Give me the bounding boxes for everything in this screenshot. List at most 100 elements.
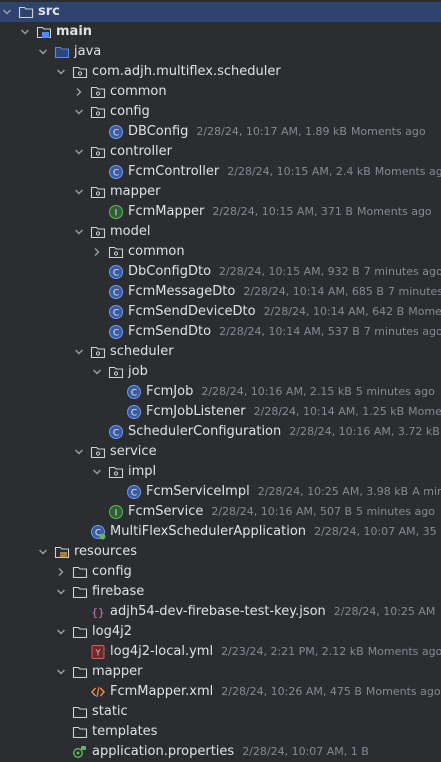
svg-text:I: I [115, 508, 118, 518]
chevron-down-icon[interactable] [72, 442, 86, 462]
tree-item-name: config [110, 104, 150, 119]
chevron-right-icon[interactable] [54, 562, 68, 582]
chevron-down-icon[interactable] [72, 182, 86, 202]
class-icon: C [126, 404, 142, 420]
tree-item[interactable]: C FcmMessageDto 2/28/24, 10:14 AM, 685 B7 … [0, 282, 441, 302]
svg-text:Y: Y [94, 649, 101, 659]
vcs-status: Moments ago [408, 305, 441, 318]
tree-item-name: FcmController [128, 164, 220, 179]
tree-item-name: MultiFlexSchedulerApplication [110, 524, 307, 539]
tree-item[interactable]: Ylog4j2-local.yml 2/23/24, 2:21 PM, 2.12 … [0, 642, 441, 662]
tree-item[interactable]: C MultiFlexSchedulerApplication 2/28/24, 1… [0, 522, 441, 542]
file-meta: 2/28/24, 10:25 AM [333, 605, 436, 618]
tree-item[interactable]: static [0, 702, 441, 722]
tree-item[interactable]: C FcmJob 2/28/24, 10:16 AM, 2.15 kB 5 minut… [0, 382, 441, 402]
package-icon [108, 244, 124, 260]
svg-text:C: C [113, 428, 119, 438]
tree-item[interactable]: common [0, 242, 441, 262]
source-root-folder-icon [36, 24, 52, 40]
vcs-status: Moments ago [350, 125, 426, 138]
package-icon [90, 84, 106, 100]
class-icon: C [108, 304, 124, 320]
tree-item-name: mapper [92, 664, 143, 679]
yaml-icon: Y [90, 644, 106, 660]
tree-item[interactable]: controller [0, 142, 441, 162]
tree-item-name: controller [110, 144, 173, 159]
tree-item[interactable]: job [0, 362, 441, 382]
chevron-down-icon[interactable] [90, 362, 104, 382]
tree-item-label: FcmMapper.xml 2/28/24, 10:26 AM, 475 B Mom… [110, 682, 441, 702]
tree-item[interactable]: C FcmController 2/28/24, 10:15 AM, 2.4 kB M… [0, 162, 441, 182]
tree-item[interactable]: C FcmServiceImpl 2/28/24, 10:25 AM, 3.98 k… [0, 482, 441, 502]
chevron-down-icon[interactable] [54, 62, 68, 82]
tree-item[interactable]: templates [0, 722, 441, 742]
file-meta: 2/28/24, 10:16 AM, 3.72 kB [289, 425, 440, 438]
chevron-down-icon[interactable] [54, 582, 68, 602]
tree-item[interactable]: FcmMapper.xml 2/28/24, 10:26 AM, 475 B Mom… [0, 682, 441, 702]
tree-item-label: templates [92, 722, 157, 742]
folder-icon [18, 4, 34, 20]
tree-item[interactable]: C DbConfigDto 2/28/24, 10:15 AM, 932 B7 mi… [0, 262, 441, 282]
tree-item-label: java [74, 42, 101, 62]
file-meta: 2/28/24, 10:07 AM, 35 [314, 525, 437, 538]
chevron-down-icon[interactable] [54, 662, 68, 682]
svg-text:C: C [131, 488, 137, 498]
chevron-down-icon[interactable] [72, 102, 86, 122]
tree-item[interactable]: impl [0, 462, 441, 482]
tree-item-label: service [110, 442, 157, 462]
tree-item[interactable]: log4j2 [0, 622, 441, 642]
chevron-down-icon[interactable] [90, 462, 104, 482]
chevron-down-icon[interactable] [36, 542, 50, 562]
tree-item[interactable]: mapper [0, 182, 441, 202]
chevron-right-icon[interactable] [90, 242, 104, 262]
tree-item[interactable]: C FcmSendDto 2/28/24, 10:14 AM, 537 B7 min… [0, 322, 441, 342]
tree-item[interactable]: C FcmSendDeviceDto 2/28/24, 10:14 AM, 642 … [0, 302, 441, 322]
tree-item-label: mapper [110, 182, 160, 202]
tree-item-name: FcmSendDto [128, 324, 212, 339]
tree-item-label: FcmSendDto 2/28/24, 10:14 AM, 537 B7 minu… [128, 322, 441, 342]
tree-item-label: mapper [92, 662, 142, 682]
file-meta: 2/28/24, 10:25 AM, 3.98 kB [257, 485, 409, 498]
file-meta: 2/28/24, 10:16 AM, 2.15 kB [201, 385, 352, 398]
chevron-down-icon[interactable] [18, 22, 32, 42]
tree-item-label: job [128, 362, 148, 382]
tree-item[interactable]: mapper [0, 662, 441, 682]
tree-item[interactable]: scheduler [0, 342, 441, 362]
tree-item-name: src [38, 4, 60, 19]
chevron-down-icon[interactable] [36, 42, 50, 62]
tree-item[interactable]: application.properties 2/28/24, 10:07 AM,… [0, 742, 441, 762]
chevron-down-icon[interactable] [72, 142, 86, 162]
tree-item[interactable]: model [0, 222, 441, 242]
folder-icon [72, 664, 88, 680]
tree-item[interactable]: service [0, 442, 441, 462]
tree-item-label: log4j2-local.yml 2/23/24, 2:21 PM, 2.12 k… [110, 642, 441, 662]
tree-item[interactable]: firebase [0, 582, 441, 602]
tree-item-name: service [110, 444, 157, 459]
tree-item[interactable]: C DBConfig 2/28/24, 10:17 AM, 1.89 kB Momen… [0, 122, 441, 142]
tree-item[interactable]: com.adjh.multiflex.scheduler [0, 62, 441, 82]
tree-item[interactable]: C FcmJobListener 2/28/24, 10:14 AM, 1.25 k… [0, 402, 441, 422]
tree-item-label: impl [128, 462, 156, 482]
tree-item[interactable]: {} adjh54-dev-firebase-test-key.json 2/28/… [0, 602, 441, 622]
tree-item[interactable]: src [0, 2, 441, 22]
chevron-right-icon[interactable] [72, 82, 86, 102]
tree-item[interactable]: config [0, 102, 441, 122]
resources-folder-icon [54, 544, 70, 560]
chevron-down-icon[interactable] [72, 342, 86, 362]
tree-item[interactable]: config [0, 562, 441, 582]
vcs-status: Moments ago [365, 685, 441, 698]
tree-item[interactable]: java [0, 42, 441, 62]
chevron-down-icon[interactable] [54, 622, 68, 642]
tree-item[interactable]: resources [0, 542, 441, 562]
tree-item-label: config [110, 102, 150, 122]
tree-item[interactable]: I FcmService 2/28/24, 10:16 AM, 507 B 5 min… [0, 502, 441, 522]
chevron-down-icon[interactable] [72, 222, 86, 242]
chevron-down-icon[interactable] [0, 2, 14, 22]
tree-item[interactable]: C SchedulerConfiguration 2/28/24, 10:16 AM… [0, 422, 441, 442]
json-icon: {} [90, 604, 106, 620]
tree-item[interactable]: I FcmMapper 2/28/24, 10:15 AM, 371 B Moment… [0, 202, 441, 222]
vcs-status: Moments ago [374, 165, 441, 178]
tree-item[interactable]: main [0, 22, 441, 42]
tree-item[interactable]: common [0, 82, 441, 102]
folder-icon [72, 624, 88, 640]
